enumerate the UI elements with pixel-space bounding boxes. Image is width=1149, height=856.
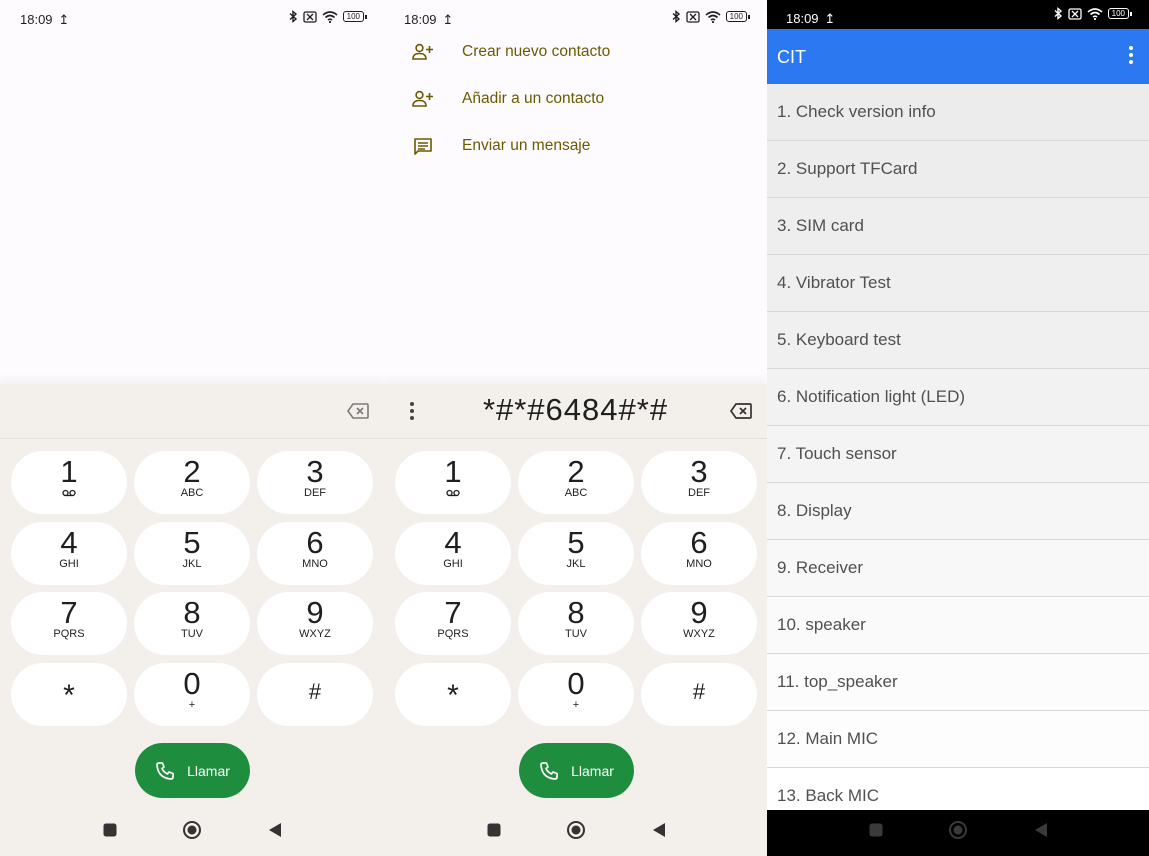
phone-icon — [540, 761, 558, 780]
app-title: CIT — [777, 47, 806, 67]
navigation-bar — [0, 810, 384, 856]
dialpad-key-2[interactable]: 2 ABC — [518, 451, 634, 514]
dialpad-key-star[interactable]: * — [395, 663, 511, 726]
cit-panel: 18:09 ↥ 100 CIT 1. Check version info 2. … — [767, 0, 1149, 856]
list-item-check-version-info[interactable]: 1. Check version info — [767, 84, 1149, 141]
navigation-bar — [767, 810, 1149, 856]
wifi-icon — [1087, 7, 1103, 20]
list-item-keyboard-test[interactable]: 5. Keyboard test — [767, 312, 1149, 369]
dialpad-key-0[interactable]: 0 + — [518, 663, 634, 726]
back-icon[interactable] — [268, 822, 282, 838]
app-bar: CIT — [767, 29, 1149, 84]
list-item-touch-sensor[interactable]: 7. Touch sensor — [767, 426, 1149, 483]
upload-icon: ↥ — [824, 11, 836, 26]
phone-icon — [156, 761, 174, 780]
suggestion-create-contact[interactable]: Crear nuevo contacto — [412, 34, 610, 70]
bluetooth-icon — [672, 10, 680, 23]
home-icon[interactable] — [948, 820, 968, 840]
dialpad-key-hash[interactable]: # — [641, 663, 757, 726]
recents-icon[interactable] — [868, 822, 884, 838]
dialer-empty-panel: 18:09 ↥ 100 1 2 ABC 3 DEF 4 GHI 5 JKL 6 MNO 7P… — [0, 0, 384, 856]
dialpad-key-7[interactable]: 7 PQRS — [395, 592, 511, 655]
voicemail-icon — [446, 489, 460, 497]
person-add-icon — [412, 41, 434, 63]
upload-icon: ↥ — [442, 12, 454, 27]
dialpad-key-2[interactable]: 2 ABC — [134, 451, 250, 514]
list-item-main-mic[interactable]: 12. Main MIC — [767, 711, 1149, 768]
list-item-top-speaker[interactable]: 11. top_speaker — [767, 654, 1149, 711]
call-button-label: Llamar — [187, 762, 230, 779]
list-item-notification-light[interactable]: 6. Notification light (LED) — [767, 369, 1149, 426]
dialpad-key-6[interactable]: 6 MNO — [641, 522, 757, 585]
dialpad-key-3[interactable]: 3 DEF — [257, 451, 373, 514]
backspace-icon[interactable] — [346, 402, 370, 420]
battery-icon: 100 — [725, 11, 751, 22]
status-time: 18:09 ↥ — [20, 12, 70, 27]
list-item-speaker[interactable]: 10. speaker — [767, 597, 1149, 654]
dialpad-key-1[interactable]: 1 — [11, 451, 127, 514]
dialer-filled-panel: 18:09 ↥ 100 Crear nuevo contacto Añadir a… — [384, 0, 767, 856]
home-icon[interactable] — [566, 820, 586, 840]
status-bar: 18:09 ↥ 100 — [767, 0, 1149, 29]
upload-icon: ↥ — [58, 12, 70, 27]
dialpad-sheet: 1 2 ABC 3 DEF 4 GHI 5 JKL 6 MNO 7 PQRS 8 TUV 9W… — [0, 384, 384, 856]
recents-icon[interactable] — [102, 822, 118, 838]
dialpad-key-8[interactable]: 8 TUV — [134, 592, 250, 655]
list-item-support-tfcard[interactable]: 2. Support TFCard — [767, 141, 1149, 198]
dialpad-key-9[interactable]: 9 WXYZ — [641, 592, 757, 655]
dialpad-key-4[interactable]: 4 GHI — [11, 522, 127, 585]
dialpad-key-3[interactable]: 3 DEF — [641, 451, 757, 514]
suggestion-send-message[interactable]: Enviar un mensaje — [412, 128, 590, 164]
message-icon — [412, 135, 434, 157]
navigation-bar — [384, 810, 767, 856]
list-item-receiver[interactable]: 9. Receiver — [767, 540, 1149, 597]
dialpad-key-8[interactable]: 8 TUV — [518, 592, 634, 655]
status-time: 18:09 ↥ — [404, 12, 454, 27]
list-item-vibrator-test[interactable]: 4. Vibrator Test — [767, 255, 1149, 312]
more-options-icon[interactable] — [402, 400, 422, 422]
wifi-icon — [705, 10, 721, 23]
status-bar: 18:09 ↥ 100 — [0, 0, 384, 36]
dialpad-key-9[interactable]: 9 WXYZ — [257, 592, 373, 655]
back-icon[interactable] — [1034, 822, 1048, 838]
call-button-label: Llamar — [571, 762, 614, 779]
dialpad-sheet: *#*#6484#*# 1 2 ABC 3 DEF 4 GHI 5 JKL 6 MNO 7… — [384, 384, 767, 856]
voicemail-icon — [62, 489, 76, 497]
call-button[interactable]: Llamar — [135, 743, 250, 798]
person-add-icon — [412, 88, 434, 110]
home-icon[interactable] — [182, 820, 202, 840]
status-bar: 18:09 ↥ 100 — [384, 0, 767, 36]
battery-icon: 100 — [342, 11, 368, 22]
list-item-display[interactable]: 8. Display — [767, 483, 1149, 540]
bluetooth-icon — [1054, 7, 1062, 20]
dialpad-key-0[interactable]: 0 + — [134, 663, 250, 726]
no-sim-icon — [685, 10, 700, 23]
no-sim-icon — [1067, 7, 1082, 20]
digits-row: *#*#6484#*# — [384, 384, 767, 439]
suggestion-add-to-contact[interactable]: Añadir a un contacto — [412, 81, 604, 117]
test-list: 1. Check version info 2. Support TFCard … — [767, 84, 1149, 810]
recents-icon[interactable] — [486, 822, 502, 838]
bluetooth-icon — [289, 10, 297, 23]
list-item-sim-card[interactable]: 3. SIM card — [767, 198, 1149, 255]
dialpad-key-5[interactable]: 5 JKL — [518, 522, 634, 585]
more-options-icon[interactable] — [1129, 46, 1133, 64]
battery-icon: 100 — [1107, 8, 1133, 19]
dialpad-key-5[interactable]: 5 JKL — [134, 522, 250, 585]
list-item-back-mic[interactable]: 13. Back MIC — [767, 768, 1149, 810]
digits-row — [0, 384, 384, 439]
status-time: 18:09 ↥ — [786, 11, 836, 26]
dialpad-key-7[interactable]: 7 PQRS — [11, 592, 127, 655]
back-icon[interactable] — [652, 822, 666, 838]
dialpad-key-hash[interactable]: # — [257, 663, 373, 726]
dialpad-key-star[interactable]: * — [11, 663, 127, 726]
call-button[interactable]: Llamar — [519, 743, 634, 798]
dialed-digits[interactable]: *#*#6484#*# — [434, 392, 717, 428]
dialpad-key-6[interactable]: 6 MNO — [257, 522, 373, 585]
wifi-icon — [322, 10, 338, 23]
dialpad-key-1[interactable]: 1 — [395, 451, 511, 514]
backspace-icon[interactable] — [729, 402, 753, 420]
dialpad-key-4[interactable]: 4 GHI — [395, 522, 511, 585]
no-sim-icon — [302, 10, 317, 23]
